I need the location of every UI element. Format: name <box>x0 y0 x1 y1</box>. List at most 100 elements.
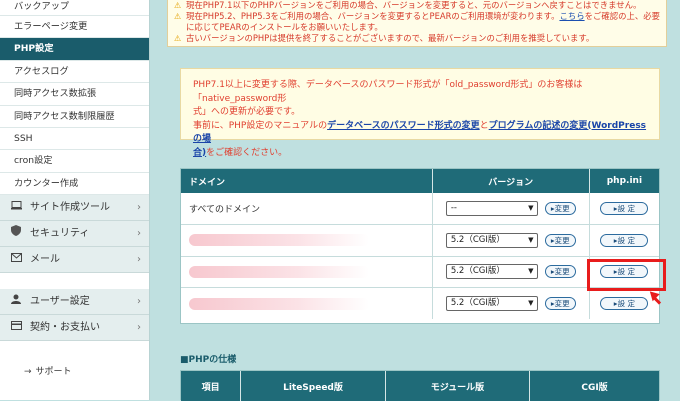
sidebar-category-site-tools[interactable]: サイト作成ツール › <box>0 195 149 222</box>
column-header-version: バージョン <box>432 169 590 193</box>
sidebar-item-ssh[interactable]: SSH <box>0 128 149 151</box>
version-select[interactable]: 5.2（CGI版） ▼ <box>445 264 538 280</box>
button-label: 設 定 <box>617 204 635 213</box>
user-icon <box>10 289 22 315</box>
notice-text: と <box>479 120 489 131</box>
chevron-down-icon: ▼ <box>528 204 534 212</box>
sidebar-category-mail[interactable]: メール › <box>0 247 149 274</box>
php-ini-settings-button[interactable]: ▸設 定 <box>600 233 649 247</box>
sidebar-item-access-limit-history[interactable]: 同時アクセス数制限履歴 <box>0 106 149 128</box>
password-format-notice: PHP7.1以上に変更する際、データベースのパスワード形式が「old_passw… <box>180 68 660 158</box>
domain-name-redacted <box>181 287 433 319</box>
chevron-right-icon: › <box>137 228 141 240</box>
button-label: 変更 <box>554 235 570 245</box>
shield-icon <box>10 221 22 247</box>
domain-php-table: ドメイン バージョン php.ini すべてのドメイン -- ▼ ▸変更 ▸設 定 … <box>180 168 660 324</box>
pear-info-link[interactable]: こちら <box>559 11 584 21</box>
php-spec-title: ■PHPの仕様 <box>180 355 237 365</box>
button-label: 設 定 <box>617 235 635 245</box>
version-select[interactable]: 5.2（CGI版） ▼ <box>445 296 538 311</box>
warning-icon: ⚠ <box>174 1 182 10</box>
column-header-cgi: CGI版 <box>529 371 659 401</box>
arrow-right-icon: → <box>24 367 32 378</box>
php-ini-settings-button[interactable]: ▸設 定 <box>600 297 649 310</box>
change-version-button[interactable]: ▸変更 <box>544 233 576 247</box>
version-select-value: -- <box>450 203 457 213</box>
button-label: 変更 <box>554 299 570 308</box>
mail-icon <box>10 247 22 273</box>
column-header-litespeed: LiteSpeed版 <box>240 371 386 401</box>
php-ini-settings-button[interactable]: ▸設 定 <box>600 202 649 215</box>
highlight-box <box>587 259 666 291</box>
monitor-icon <box>10 195 22 221</box>
version-select[interactable]: -- ▼ <box>445 201 538 216</box>
card-icon <box>10 315 22 341</box>
ini-cell: ▸設 定 <box>589 224 659 257</box>
program-change-manual-link-cont[interactable]: 合) <box>193 148 206 158</box>
notice-text: に応じてPEARのインストールをお願いいたします。 <box>186 22 383 32</box>
chevron-right-icon: › <box>137 322 141 334</box>
php-spec-table: 項目 LiteSpeed版 モジュール版 CGI版 <box>180 370 660 401</box>
version-select-value: 5.2（CGI版） <box>450 234 505 245</box>
sidebar-category-label: サイト作成ツール <box>30 202 110 214</box>
notice-text: 現在PHP7.1以下のPHPバージョンをご利用の場合、バージョンを変更すると、元… <box>186 0 642 10</box>
version-cell: 5.2（CGI版） ▼ ▸変更 <box>432 256 590 288</box>
ini-cell: ▸設 定 <box>589 193 659 225</box>
notice-text: をご確認の上、必要 <box>584 11 660 21</box>
version-cell: 5.2（CGI版） ▼ ▸変更 <box>432 224 590 257</box>
sidebar-item-backup[interactable]: バックアップ <box>0 0 149 16</box>
change-version-button[interactable]: ▸変更 <box>544 297 576 310</box>
warning-icon: ⚠ <box>174 12 182 21</box>
table-row: 5.2（CGI版） ▼ ▸変更 ▸設 定 <box>181 224 659 257</box>
column-header-domain: ドメイン <box>181 169 433 193</box>
domain-name: すべてのドメイン <box>181 193 433 225</box>
sidebar-gap <box>0 341 149 358</box>
sidebar-category-label: ユーザー設定 <box>30 296 90 308</box>
button-label: 設 定 <box>617 299 635 308</box>
sidebar-category-user-settings[interactable]: ユーザー設定 › <box>0 289 149 316</box>
notice-line: 合)をご確認ください。 <box>193 147 647 161</box>
sidebar-item-access-log[interactable]: アクセスログ <box>0 61 149 84</box>
sidebar-category-security[interactable]: セキュリティ › <box>0 221 149 248</box>
sidebar-item-cron[interactable]: cron設定 <box>0 150 149 173</box>
notice-line: に応じてPEARのインストールをお願いいたします。 <box>186 22 660 33</box>
notice-line: ⚠ 現在PHP7.1以下のPHPバージョンをご利用の場合、バージョンを変更すると、… <box>174 0 660 11</box>
redacted-domain <box>189 234 369 247</box>
sidebar-category-billing[interactable]: 契約・お支払い › <box>0 315 149 342</box>
table-row: 5.2（CGI版） ▼ ▸変更 ▸設 定 <box>181 287 659 319</box>
sidebar-item-error-page[interactable]: エラーページ変更 <box>0 16 149 39</box>
sidebar-support-label: サポート <box>35 367 72 378</box>
column-header-php-ini: php.ini <box>589 169 659 193</box>
button-label: 変更 <box>554 204 570 213</box>
button-label: 変更 <box>554 267 570 277</box>
warning-icon: ⚠ <box>174 34 182 43</box>
version-cell: 5.2（CGI版） ▼ ▸変更 <box>432 287 590 319</box>
notice-line: ⚠ 現在PHP5.2、PHP5.3をご利用の場合、バージョンを変更するとPEARの… <box>174 11 660 22</box>
sidebar-category-label: セキュリティ <box>30 228 90 240</box>
sidebar-category-label: メール <box>30 254 60 266</box>
chevron-right-icon: › <box>137 254 141 266</box>
version-select[interactable]: 5.2（CGI版） ▼ <box>445 232 538 248</box>
table-row: すべてのドメイン -- ▼ ▸変更 ▸設 定 <box>181 193 659 225</box>
sidebar-support-link[interactable]: → サポート <box>0 357 149 388</box>
notice-text: をご確認ください。 <box>206 147 288 158</box>
domain-name-redacted <box>181 224 433 257</box>
db-password-manual-link[interactable]: データベースのパスワード形式の変更 <box>327 121 480 131</box>
sidebar-item-counter[interactable]: カウンター作成 <box>0 173 149 196</box>
notice-line: 式」への更新が必要です。 <box>193 107 301 117</box>
change-version-button[interactable]: ▸変更 <box>544 265 576 279</box>
notice-text: 事前に、PHP設定のマニュアルの <box>193 120 328 131</box>
sidebar-gap <box>0 273 149 290</box>
chevron-right-icon: › <box>137 296 141 308</box>
chevron-down-icon: ▼ <box>528 267 534 276</box>
domain-name-redacted <box>181 256 433 288</box>
table-header-row: 項目 LiteSpeed版 モジュール版 CGI版 <box>181 371 659 401</box>
change-version-button[interactable]: ▸変更 <box>544 202 576 215</box>
sidebar-item-concurrent-access[interactable]: 同時アクセス数拡張 <box>0 83 149 106</box>
version-cell: -- ▼ ▸変更 <box>432 193 590 225</box>
sidebar-item-php-settings[interactable]: PHP設定 <box>0 38 149 61</box>
notice-text: 古いバージョンのPHPは提供を終了することがございますので、最新バージョンのご利… <box>186 33 595 43</box>
sidebar-category-label: 契約・お支払い <box>30 322 100 334</box>
version-select-value: 5.2（CGI版） <box>450 298 505 308</box>
chevron-down-icon: ▼ <box>528 299 534 307</box>
